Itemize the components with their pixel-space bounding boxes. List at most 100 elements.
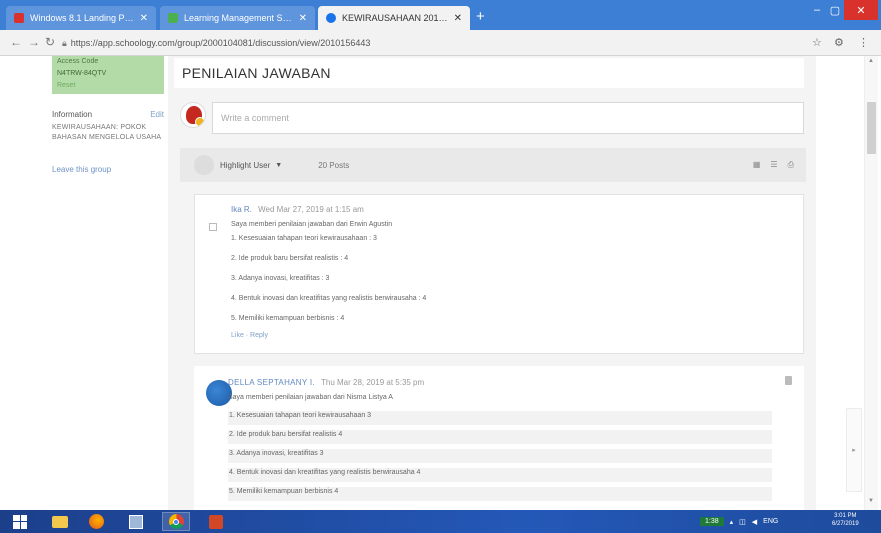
maximize-button[interactable]: ▢ — [826, 0, 844, 20]
windows-logo-icon — [13, 514, 27, 529]
post-line: 2. Ide produk baru bersifat realistis : … — [231, 255, 349, 262]
tab-windows-landing[interactable]: Windows 8.1 Landing Page ✕ — [6, 6, 156, 30]
window-close-button[interactable]: ✕ — [844, 0, 878, 20]
access-code-box: Access Code N4TRW-84QTV Reset — [52, 56, 164, 94]
posts-count: 20 Posts — [318, 160, 350, 170]
language-indicator[interactable]: ENG — [763, 518, 778, 525]
avatar-badge-icon — [195, 117, 205, 127]
tab-favicon-icon — [14, 13, 24, 23]
edit-link[interactable]: Edit — [150, 110, 164, 119]
tab-favicon-icon — [168, 13, 178, 23]
view-actions: ▦ ☰ ⎙ — [753, 160, 794, 170]
post-header: Ika R. Wed Mar 27, 2019 at 1:15 am — [231, 205, 791, 214]
network-icon[interactable]: ◫ — [739, 518, 746, 526]
discussion-post: Ika R. Wed Mar 27, 2019 at 1:15 am Saya … — [194, 194, 804, 354]
presentation-app-icon[interactable] — [202, 512, 230, 531]
post-line: 4. Bentuk inovasi dan kreatifitas yang r… — [231, 295, 427, 302]
access-code-label: Access Code — [57, 58, 99, 65]
avatar — [180, 102, 206, 128]
post-timestamp: Wed Mar 27, 2019 at 1:15 am — [258, 205, 364, 214]
address-bar[interactable]: 🔒︎ https://app.schoology.com/group/20001… — [62, 34, 798, 52]
scroll-up-icon[interactable]: ▲ — [868, 58, 874, 64]
scrollbar-thumb[interactable] — [867, 102, 876, 154]
menu-kebab-icon[interactable]: ⋮ — [858, 36, 869, 49]
post-line: 5. Memiliki kemampuan berbisnis 4 — [228, 487, 772, 501]
page-content: Access Code N4TRW-84QTV Reset Informatio… — [0, 56, 881, 510]
system-tray: 1:38 ▴ ◫ ◀ ENG — [700, 513, 778, 530]
volume-icon[interactable]: ◀ — [752, 518, 757, 526]
tab-learning-management[interactable]: Learning Management System ✕ — [160, 6, 315, 30]
browser-tab-strip: Windows 8.1 Landing Page ✕ Learning Mana… — [0, 0, 881, 30]
post-line: Saya memberi penilaian jawaban dari Erwi… — [231, 221, 393, 228]
minimize-button[interactable]: – — [808, 0, 826, 20]
print-icon[interactable]: ⎙ — [788, 160, 794, 170]
information-text: KEWIRAUSAHAAN: POKOK BAHASAN MENGELOLA U… — [52, 124, 162, 141]
reset-link[interactable]: Reset — [57, 80, 159, 92]
extension-icon[interactable]: ⚙ — [834, 36, 844, 49]
threaded-view-icon[interactable]: ☰ — [770, 160, 777, 170]
highlight-user-label: Highlight User — [220, 160, 271, 170]
leave-group-link[interactable]: Leave this group — [52, 165, 164, 174]
post-line: 5. Memiliki kemampuan berbisnis : 4 — [231, 315, 345, 322]
post-line: 1. Kesesuaian tahapan teori kewirausahaa… — [231, 235, 377, 242]
post-timestamp: Thu Mar 28, 2019 at 5:35 pm — [321, 378, 425, 387]
post-author[interactable]: Ika R. — [231, 205, 252, 214]
chevron-down-icon: ▼ — [275, 161, 283, 169]
tab-kewirausahaan[interactable]: KEWIRAUSAHAAN 2016C SENIN ✕ — [318, 6, 470, 30]
reload-icon[interactable]: ↻ — [45, 35, 55, 49]
taskbar-clock[interactable]: 3:01 PM 6/27/2019 — [832, 512, 859, 528]
clock-date: 6/27/2019 — [832, 521, 859, 527]
start-button[interactable] — [6, 512, 34, 531]
lock-icon: 🔒︎ — [62, 37, 67, 48]
broken-avatar-icon — [209, 223, 217, 231]
group-sidebar: Access Code N4TRW-84QTV Reset Informatio… — [52, 56, 164, 174]
expand-panel-button[interactable]: ▸ — [846, 408, 862, 492]
new-tab-button[interactable]: + — [476, 8, 485, 25]
back-arrow-icon[interactable]: ← — [10, 35, 22, 49]
page-scrollbar[interactable]: ▲ ▼ — [864, 56, 878, 510]
information-header: Information Edit — [52, 110, 164, 119]
post-body: DELLA SEPTAHANY I. Thu Mar 28, 2019 at 5… — [228, 378, 788, 506]
tab-title: Learning Management System — [184, 13, 293, 23]
tab-favicon-icon — [326, 13, 336, 23]
clock-time: 3:01 PM — [834, 513, 857, 519]
chrome-icon[interactable] — [162, 512, 190, 531]
tab-title: Windows 8.1 Landing Page — [30, 13, 134, 23]
url-text: https://app.schoology.com/group/20001040… — [70, 38, 371, 48]
page-title: PENILAIAN JAWABAN — [174, 58, 804, 88]
bookmark-star-icon[interactable]: ☆ — [812, 36, 822, 49]
comment-input[interactable]: Write a comment — [212, 102, 804, 134]
post-line: 3. Adanya inovasi, kreatifitas : 3 — [231, 275, 330, 282]
firefox-icon[interactable] — [82, 512, 110, 531]
post-line: 3. Adanya inovasi, kreatifitas 3 — [228, 449, 772, 463]
scroll-down-icon[interactable]: ▼ — [868, 498, 874, 504]
comment-composer: Write a comment — [180, 100, 806, 134]
app-icon[interactable] — [122, 512, 150, 531]
post-author[interactable]: DELLA SEPTAHANY I. — [228, 378, 315, 387]
list-view-icon[interactable]: ▦ — [753, 160, 761, 170]
discussion-filter-bar: Highlight User ▼ 20 Posts ▦ ☰ ⎙ — [180, 148, 806, 182]
post-line: Saya memberi penilaian jawaban dari Nism… — [228, 394, 393, 401]
highlight-user-dropdown[interactable]: Highlight User ▼ — [194, 155, 282, 175]
information-label: Information — [52, 110, 93, 119]
tray-arrow-icon[interactable]: ▴ — [730, 518, 734, 526]
browser-toolbar: ← → ↻ 🔒︎ https://app.schoology.com/group… — [0, 30, 881, 56]
file-explorer-icon[interactable] — [46, 512, 74, 531]
discussion-post: DELLA SEPTAHANY I. Thu Mar 28, 2019 at 5… — [194, 366, 804, 510]
post-line: 4. Bentuk inovasi dan kreatifitas yang r… — [228, 468, 772, 482]
post-header: DELLA SEPTAHANY I. Thu Mar 28, 2019 at 5… — [228, 378, 788, 387]
tray-chip[interactable]: 1:38 — [700, 517, 724, 526]
windows-taskbar: 1:38 ▴ ◫ ◀ ENG 3:01 PM 6/27/2019 — [0, 510, 881, 533]
discussion-main: PENILAIAN JAWABAN Write a comment Highli… — [168, 56, 816, 510]
post-line: 1. Kesesuaian tahapan teori kewirausahaa… — [228, 411, 772, 425]
tab-title: KEWIRAUSAHAAN 2016C SENIN — [342, 13, 448, 23]
like-reply-links[interactable]: Like · Reply — [231, 332, 791, 339]
close-icon[interactable]: ✕ — [140, 13, 148, 24]
post-body: Ika R. Wed Mar 27, 2019 at 1:15 am Saya … — [231, 205, 791, 339]
access-code-value: N4TRW-84QTV — [57, 70, 107, 77]
post-line: 2. Ide produk baru bersifat realistis 4 — [228, 430, 772, 444]
close-icon[interactable]: ✕ — [454, 13, 462, 24]
close-icon[interactable]: ✕ — [299, 13, 307, 24]
highlight-avatar — [194, 155, 214, 175]
forward-arrow-icon[interactable]: → — [28, 35, 40, 49]
